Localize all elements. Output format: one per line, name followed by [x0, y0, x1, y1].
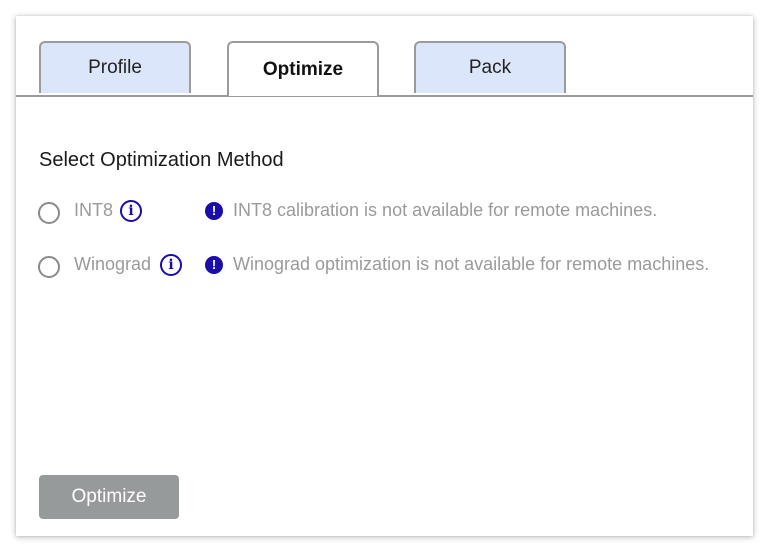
info-icon[interactable]: i [160, 254, 182, 276]
tab-optimize-label: Optimize [262, 59, 344, 80]
optimize-button[interactable]: Optimize [39, 475, 179, 519]
tab-profile[interactable]: Profile [39, 41, 191, 93]
exclamation-icon: ! [205, 256, 223, 274]
winograd-radio[interactable] [38, 256, 60, 278]
tab-bar: Profile Optimize Pack [16, 16, 753, 97]
optimization-panel: Profile Optimize Pack Select Optimizatio… [16, 16, 753, 536]
winograd-label: Winograd [74, 254, 152, 274]
winograd-warning-text: Winograd optimization is not available f… [233, 254, 710, 274]
tab-profile-label: Profile [88, 57, 142, 78]
option-winograd-row: Winograd i ! Winograd optimization is no… [38, 253, 753, 281]
section-title: Select Optimization Method [39, 149, 284, 171]
option-int8-row: INT8 i ! INT8 calibration is not availab… [38, 199, 753, 227]
info-icon[interactable]: i [120, 200, 142, 222]
int8-warning-text: INT8 calibration is not available for re… [233, 200, 658, 220]
int8-radio[interactable] [38, 202, 60, 224]
tab-optimize[interactable]: Optimize [227, 41, 379, 96]
exclamation-icon: ! [205, 202, 223, 220]
tab-pack[interactable]: Pack [414, 41, 566, 93]
tab-pack-label: Pack [468, 57, 512, 78]
int8-label: INT8 [74, 200, 114, 220]
